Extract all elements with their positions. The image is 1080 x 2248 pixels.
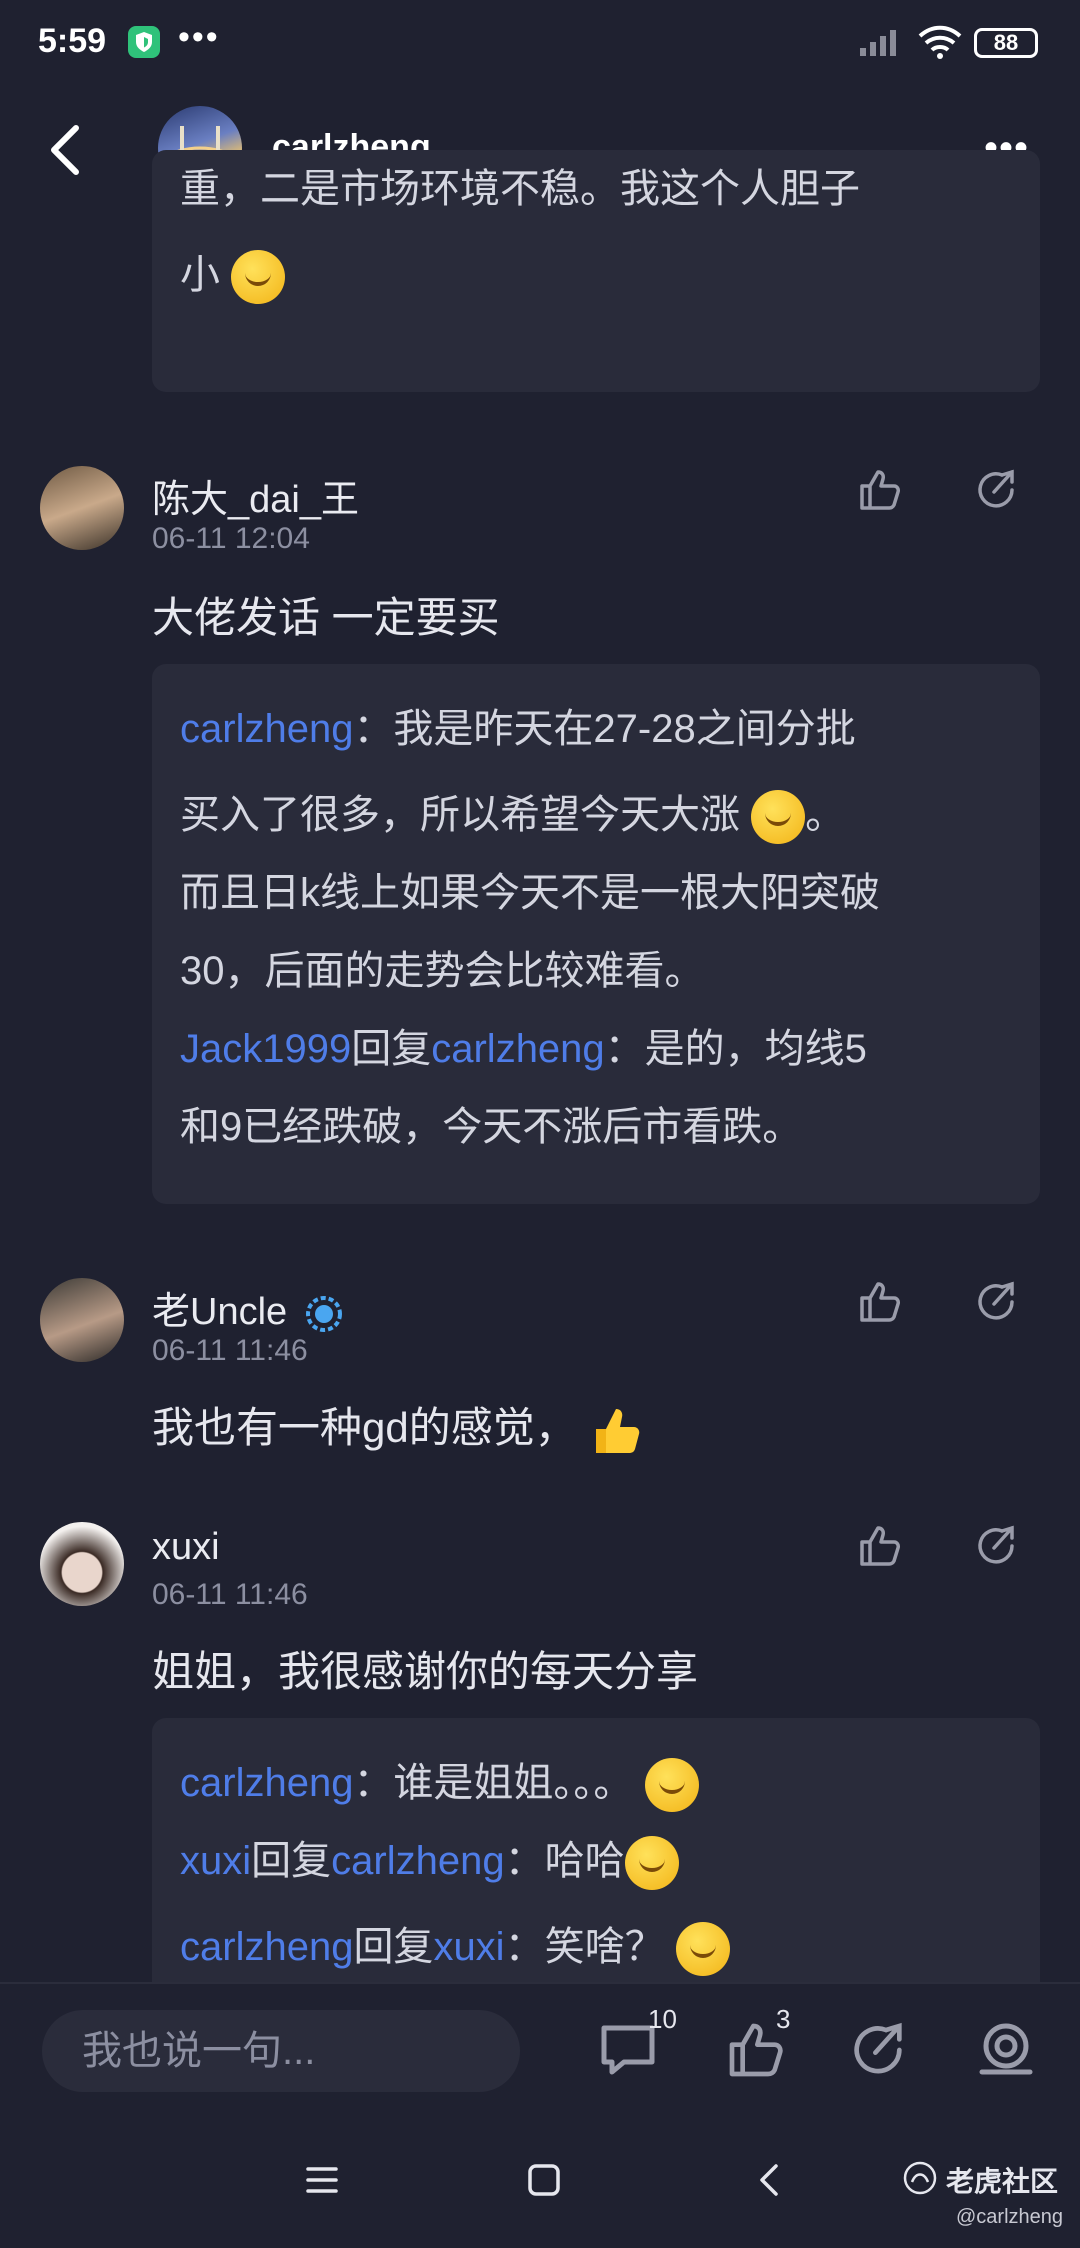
quote-username-link[interactable]: Jack1999 [180,1027,351,1071]
laugh-emoji-icon [675,1922,730,1977]
comment-date: 06-11 11:46 [152,1334,308,1367]
back-button[interactable] [40,118,94,182]
share-icon[interactable] [972,1278,1020,1326]
comment-username[interactable]: 陈大_dai_王 [152,468,359,523]
quote-box-continued: 重，二是市场环境不稳。我这个人胆子 小 [152,150,1040,392]
like-count-badge: 3 [776,2004,791,2034]
avatar[interactable] [40,1278,124,1362]
avatar[interactable] [40,466,124,550]
status-bar: 5:59 ••• 88 [0,0,1080,90]
signal-icon [860,30,896,56]
facepalm-emoji-icon [231,250,286,305]
reward-button[interactable] [974,2018,1044,2088]
back-nav-button[interactable] [750,2160,790,2200]
quote-username-link[interactable]: carlzheng [180,1761,353,1805]
comment-input[interactable]: 我也说一句... [42,2010,520,2092]
quote-line: carlzheng：我是昨天在27-28之间分批 [180,707,856,751]
quote-username-link[interactable]: xuxi [180,1839,251,1883]
quote-username-link[interactable]: carlzheng [331,1839,504,1883]
home-nav-button[interactable] [524,2160,564,2200]
share-icon[interactable] [972,466,1020,514]
quote-line: 而且日k线上如果今天不是一根大阳突破 [180,871,880,915]
comment-text: 姐姐，我很感谢你的每天分享 [152,1648,699,1695]
comment-date: 06-11 11:46 [152,1578,308,1611]
thumbs-up-emoji-icon [596,1408,640,1453]
comment-username[interactable]: 老Uncle [152,1280,344,1335]
quote-username-link[interactable]: xuxi [433,1925,504,1969]
share-icon [854,2022,902,2074]
quote-line: xuxi回复carlzheng：哈哈 [180,1822,679,1900]
square-icon [528,2164,560,2196]
quote-username-link[interactable]: carlzheng [180,1925,353,1969]
comment-count-badge: 10 [648,2004,677,2034]
facepalm-emoji-icon [751,790,806,845]
verified-badge-icon [305,1295,342,1332]
like-icon[interactable] [856,466,904,514]
reply-quote-box[interactable]: carlzheng：我是昨天在27-28之间分批 买入了很多，所以希望今天大涨 … [152,664,1040,1204]
comment-date: 06-11 12:04 [152,522,310,555]
quote-line: 30，后面的走势会比较难看。 [180,949,705,993]
watermark-handle: @carlzheng [956,2206,1064,2228]
like-icon[interactable] [856,1522,904,1570]
comment-text: 我也有一种gd的感觉， [152,1394,644,1459]
comment-text: 大佬发话 一定要买 [152,594,500,641]
shield-icon [128,26,160,58]
more-notifications-icon: ••• [178,18,220,56]
like-icon[interactable] [856,1278,904,1326]
watermark-brand: 老虎社区 [946,2166,1059,2197]
status-time: 5:59 [38,22,107,60]
quote-line: carlzheng：谁是姐姐。。。 [180,1744,699,1822]
share-button[interactable] [846,2018,916,2088]
menu-nav-button[interactable] [302,2160,342,2200]
quote-line: 买入了很多，所以希望今天大涨 。 [180,776,845,854]
quote-line: 和9已经跌破，今天不涨后市看跌。 [180,1105,803,1149]
tiger-logo-icon [903,2161,937,2195]
menu-icon [306,2167,338,2193]
quote-username-link[interactable]: carlzheng [431,1027,604,1071]
comment-username[interactable]: xuxi [152,1526,220,1569]
tiger-emoji-icon [644,1758,699,1813]
share-icon[interactable] [972,1522,1020,1570]
chevron-left-icon [51,125,79,175]
reply-quote-box[interactable]: carlzheng：谁是姐姐。。。 xuxi回复carlzheng：哈哈 car… [152,1718,1040,1998]
quote-username-link[interactable]: carlzheng [180,707,353,751]
wifi-icon [918,25,962,59]
battery-indicator: 88 [974,28,1038,58]
chevron-left-icon [760,2164,778,2196]
grin-emoji-icon [624,1836,679,1891]
quote-line: Jack1999回复carlzheng：是的，均线5 [180,1027,867,1071]
coin-icon [979,2023,1033,2075]
quote-line: 重，二是市场环境不稳。我这个人胆子 [180,167,860,211]
quote-line: carlzheng回复xuxi：笑啥？ [180,1908,730,1986]
avatar[interactable] [40,1522,124,1606]
quote-line: 小 [180,236,286,314]
